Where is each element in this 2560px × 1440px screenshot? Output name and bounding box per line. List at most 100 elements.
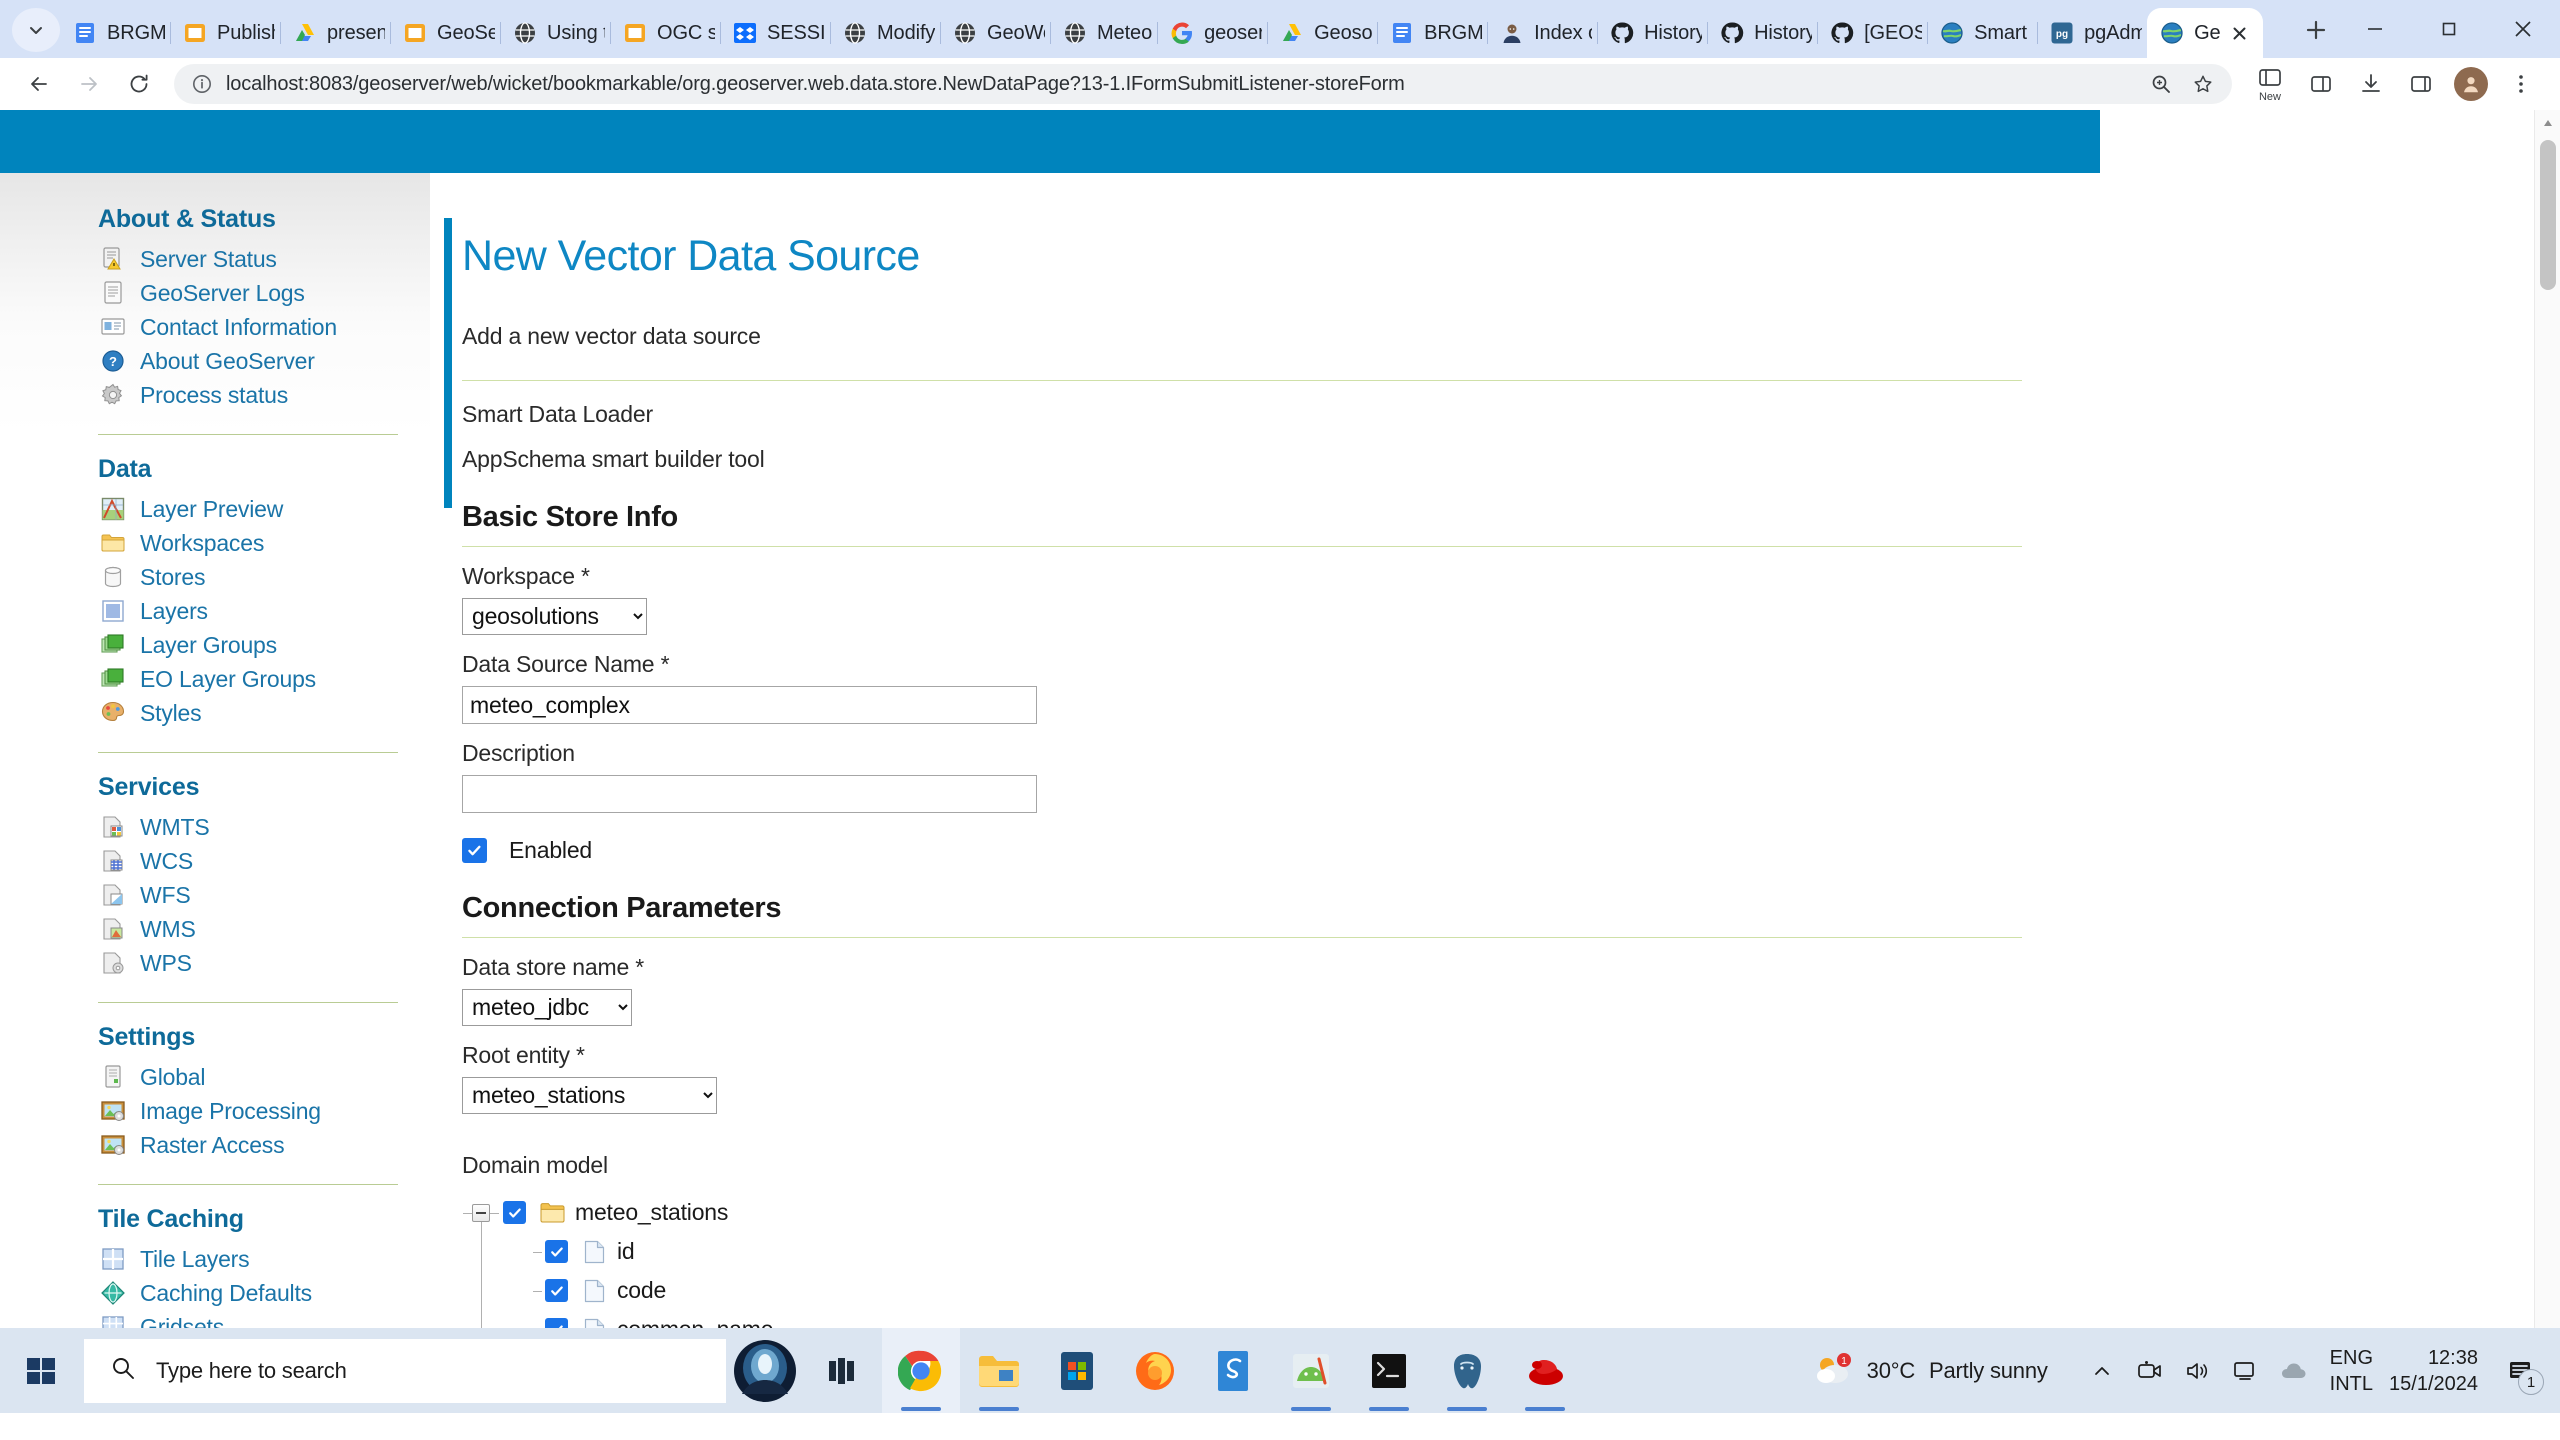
tree-node-checkbox[interactable]: [545, 1240, 568, 1263]
file-explorer-icon[interactable]: [960, 1328, 1038, 1413]
weather-widget[interactable]: 1 30°C Partly sunny: [1813, 1352, 2048, 1390]
browser-tab[interactable]: Meteo: [1050, 8, 1159, 58]
profile-new-button[interactable]: New: [2244, 62, 2296, 106]
scroll-up-arrow-icon[interactable]: [2535, 110, 2560, 136]
profile-avatar[interactable]: [2446, 59, 2496, 109]
sidebar-item-tile-layers[interactable]: Tile Layers: [0, 1242, 430, 1276]
browser-tab[interactable]: Smart D: [1927, 8, 2039, 58]
microsoft-store-icon[interactable]: [1038, 1328, 1116, 1413]
minimize-button[interactable]: [2338, 0, 2412, 58]
close-window-button[interactable]: [2486, 0, 2560, 58]
browser-tab[interactable]: History: [1597, 8, 1709, 58]
sidebar-item-layers[interactable]: Layers: [0, 594, 430, 628]
bookmark-star-icon[interactable]: [2182, 63, 2224, 105]
sidebar-item-styles[interactable]: Styles: [0, 696, 430, 730]
tree-node-checkbox[interactable]: [545, 1279, 568, 1302]
browser-tab[interactable]: geoserv: [1157, 8, 1269, 58]
sidebar-item-wms[interactable]: WMS: [0, 912, 430, 946]
tray-expand-chevron-icon[interactable]: [2078, 1328, 2126, 1413]
start-button[interactable]: [0, 1328, 82, 1413]
data-source-name-input[interactable]: [462, 686, 1037, 724]
terminal-icon[interactable]: [1350, 1328, 1428, 1413]
new-tab-button[interactable]: [2294, 8, 2338, 52]
browser-tab[interactable]: Index o: [1487, 8, 1599, 58]
close-tab-icon[interactable]: [2225, 18, 2255, 48]
browser-tab[interactable]: BRGM -: [60, 8, 171, 58]
postgresql-icon[interactable]: [1428, 1328, 1506, 1413]
sidebar-item-stores[interactable]: Stores: [0, 560, 430, 594]
enabled-checkbox-row[interactable]: Enabled: [462, 837, 2052, 864]
volume-icon[interactable]: [2174, 1328, 2222, 1413]
root-entity-select[interactable]: meteo_stations: [462, 1077, 717, 1114]
task-view-icon[interactable]: [804, 1328, 882, 1413]
onedrive-cloud-icon[interactable]: [2270, 1328, 2318, 1413]
enabled-checkbox[interactable]: [462, 838, 487, 863]
browser-tab[interactable]: Publishi: [170, 8, 281, 58]
cortana-globe-icon[interactable]: [726, 1328, 804, 1413]
browser-tab[interactable]: SESSIO: [720, 8, 831, 58]
camera-icon[interactable]: [2126, 1328, 2174, 1413]
sidebar-item-about-geoserver[interactable]: ? About GeoServer: [0, 344, 430, 378]
sidebar-item-contact-information[interactable]: Contact Information: [0, 310, 430, 344]
downloads-icon[interactable]: [2346, 59, 2396, 109]
sidebar-item-wps[interactable]: WPS: [0, 946, 430, 980]
chrome-menu-icon[interactable]: [2496, 59, 2546, 109]
clock[interactable]: 12:38 15/1/2024: [2389, 1345, 2478, 1397]
browser-tab[interactable]: pg pgAdm: [2037, 8, 2149, 58]
browser-tab[interactable]: Geosolu: [1267, 8, 1379, 58]
sidebar-item-wmts[interactable]: WMTS: [0, 810, 430, 844]
chrome-icon[interactable]: [882, 1328, 960, 1413]
reload-button[interactable]: [114, 59, 164, 109]
sidebar-item-eo-layer-groups[interactable]: EO Layer Groups: [0, 662, 430, 696]
sidebar-item-global[interactable]: Global: [0, 1060, 430, 1094]
tree-collapse-icon[interactable]: [463, 1203, 499, 1222]
forward-button[interactable]: [64, 59, 114, 109]
notifications-button[interactable]: 1: [2496, 1328, 2546, 1413]
address-bar[interactable]: localhost:8083/geoserver/web/wicket/book…: [174, 64, 2232, 104]
browser-tab[interactable]: GeoWe: [940, 8, 1051, 58]
sidebar-item-geoserver-logs[interactable]: GeoServer Logs: [0, 276, 430, 310]
sidebar-item-wcs[interactable]: WCS: [0, 844, 430, 878]
sidebar-item-image-processing[interactable]: Image Processing: [0, 1094, 430, 1128]
maximize-button[interactable]: [2412, 0, 2486, 58]
browser-tab[interactable]: OGC se: [610, 8, 721, 58]
browser-tab-active[interactable]: Ge: [2147, 8, 2263, 58]
split-screen-icon[interactable]: [2296, 59, 2346, 109]
sidebar-item-server-status[interactable]: Server Status: [0, 242, 430, 276]
browser-tab[interactable]: present: [280, 8, 391, 58]
sublime-text-icon[interactable]: [1194, 1328, 1272, 1413]
tree-node[interactable]: meteo_stations: [462, 1193, 2052, 1232]
sidebar-item-raster-access[interactable]: Raster Access: [0, 1128, 430, 1162]
android-studio-icon[interactable]: [1272, 1328, 1350, 1413]
sidebar-item-wfs[interactable]: WFS: [0, 878, 430, 912]
browser-tab[interactable]: BRGM (: [1377, 8, 1489, 58]
taskbar-search-box[interactable]: Type here to search: [84, 1338, 726, 1403]
language-indicator[interactable]: ENG INTL: [2330, 1345, 2373, 1397]
browser-tab[interactable]: Modifyi: [830, 8, 941, 58]
tree-node[interactable]: id: [462, 1232, 2052, 1271]
site-info-icon[interactable]: [188, 70, 216, 98]
sidebar-item-caching-defaults[interactable]: Caching Defaults: [0, 1276, 430, 1310]
firefox-icon[interactable]: [1116, 1328, 1194, 1413]
scrollbar-thumb[interactable]: [2540, 140, 2556, 290]
description-input[interactable]: [462, 775, 1037, 813]
sidebar-item-workspaces[interactable]: Workspaces: [0, 526, 430, 560]
tree-node-checkbox[interactable]: [503, 1201, 526, 1224]
sidebar-toggle-icon[interactable]: [2396, 59, 2446, 109]
tab-list-chevron-icon[interactable]: [12, 8, 60, 52]
browser-tab[interactable]: Using t: [500, 8, 611, 58]
sidebar-item-process-status[interactable]: Process status: [0, 378, 430, 412]
browser-tab[interactable]: History: [1707, 8, 1819, 58]
browser-tab[interactable]: [GEOS-: [1817, 8, 1929, 58]
redhat-icon[interactable]: [1506, 1328, 1584, 1413]
browser-tab[interactable]: GeoSer: [390, 8, 501, 58]
network-display-icon[interactable]: [2222, 1328, 2270, 1413]
back-button[interactable]: [14, 59, 64, 109]
sidebar-item-layer-groups[interactable]: Layer Groups: [0, 628, 430, 662]
tree-node[interactable]: code: [462, 1271, 2052, 1310]
workspace-select[interactable]: geosolutions: [462, 598, 647, 635]
data-store-name-select[interactable]: meteo_jdbc: [462, 989, 632, 1026]
sidebar-item-layer-preview[interactable]: Layer Preview: [0, 492, 430, 526]
zoom-icon[interactable]: [2140, 63, 2182, 105]
page-scrollbar[interactable]: [2534, 110, 2560, 1413]
